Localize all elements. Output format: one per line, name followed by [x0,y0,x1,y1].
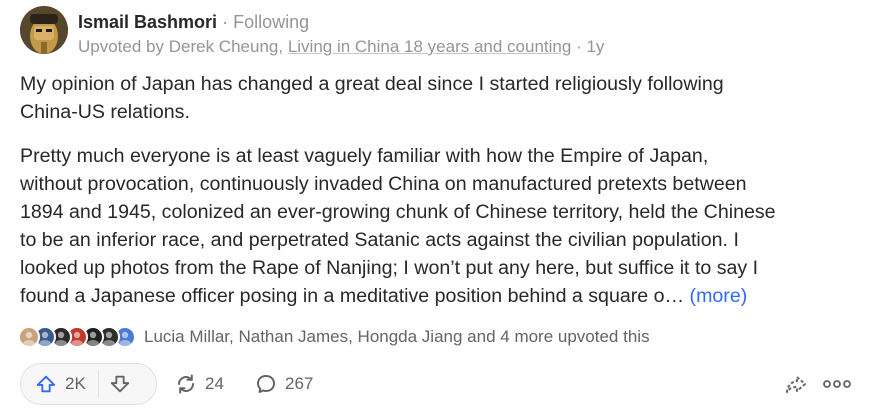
comment-icon [257,375,275,393]
upvote-button[interactable]: 2K [21,364,98,404]
paragraph-2-line-3: 1894 and 1945, colonized an ever-growing… [20,201,776,223]
meta-separator: · [571,37,587,56]
more-link[interactable]: (more) [690,285,748,307]
share-arrow-icon [786,376,806,393]
share-count-button[interactable]: 24 [174,363,224,405]
paragraph-1-line-1: My opinion of Japan has changed a great … [20,73,724,95]
author-avatar[interactable] [20,6,68,54]
upvoters-row[interactable]: Lucia Millar, Nathan James, Hongda Jiang… [18,325,650,349]
follow-status[interactable]: Following [233,12,309,32]
upvoter-avatar[interactable] [18,326,40,348]
paragraph-2-line-4: to be an inferior race, and perpetrated … [20,229,739,251]
comma: , [278,37,288,56]
upvoted-by-line: Upvoted by Derek Cheung, Living in China… [78,36,604,58]
vote-pill: 2K [20,363,157,405]
comment-count: 267 [285,374,314,393]
paragraph-2-line-1: Pretty much everyone is at least vaguely… [20,145,709,167]
paragraph-1: My opinion of Japan has changed a great … [20,70,860,126]
action-bar: 2K 24 267 [20,363,860,407]
answer-header: Ismail Bashmori · Following Upvoted by D… [20,6,604,58]
share-count: 24 [205,374,224,393]
upvoter-credential[interactable]: Living in China 18 years and counting [288,37,572,56]
reshare-icon [178,374,194,394]
separator-dot: · [222,12,229,32]
upvoter-name[interactable]: Derek Cheung [169,37,279,56]
paragraph-2: Pretty much everyone is at least vaguely… [20,142,860,310]
upvoted-by-prefix: Upvoted by [78,37,169,56]
ellipsis-icon [823,380,851,388]
downvote-arrow-icon [110,375,129,393]
author-meta: Ismail Bashmori · Following Upvoted by D… [78,6,604,58]
more-options-button[interactable] [821,372,853,396]
answer-age[interactable]: 1y [586,37,604,56]
paragraph-1-line-2: China-US relations. [20,101,190,123]
author-name[interactable]: Ismail Bashmori [78,12,217,32]
paragraph-2-line-2: without provocation, continuously invade… [20,173,747,195]
answer-card: Ismail Bashmori · Following Upvoted by D… [0,0,872,409]
upvoter-avatars[interactable] [18,326,136,348]
upvote-count: 2K [65,374,86,393]
author-line: Ismail Bashmori · Following [78,11,604,33]
upvoters-text[interactable]: Lucia Millar, Nathan James, Hongda Jiang… [144,327,650,347]
upvote-arrow-icon [36,375,56,393]
share-button[interactable] [784,372,808,396]
answer-content[interactable]: My opinion of Japan has changed a great … [20,70,860,326]
truncated-text: found a Japanese officer posing in a med… [20,285,690,307]
comment-button[interactable]: 267 [254,363,313,405]
paragraph-2-line-6: found a Japanese officer posing in a med… [20,282,860,310]
downvote-button[interactable] [99,364,131,404]
paragraph-2-line-5: looked up photos from the Rape of Nanjin… [20,257,759,279]
